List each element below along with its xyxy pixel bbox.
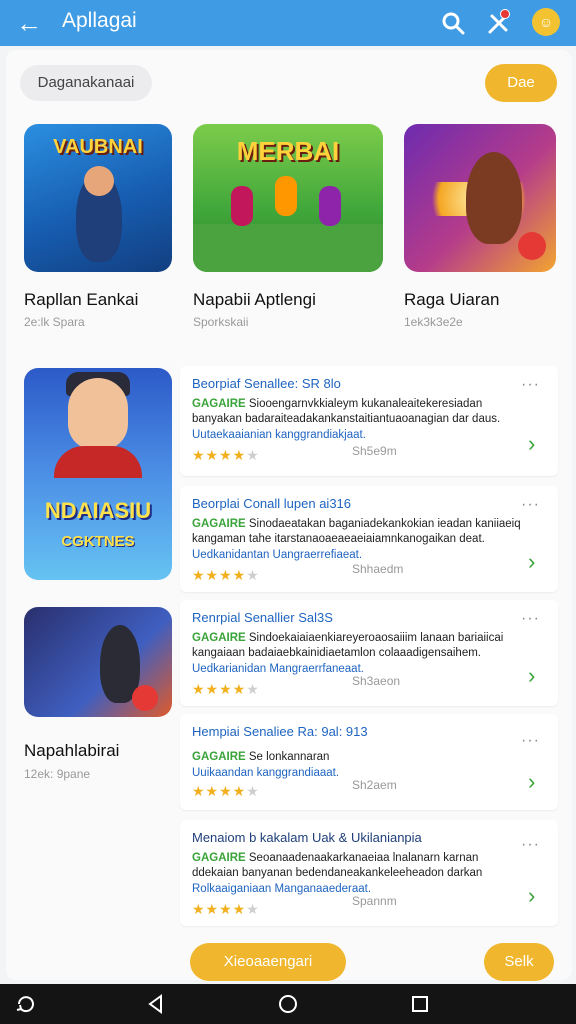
list-item-size: Shhaedm xyxy=(352,562,404,576)
list-item-size: Sh5e9m xyxy=(352,444,397,458)
system-nav-bar xyxy=(0,984,576,1024)
list-item-title: Beorplai Conall lupen ai316 xyxy=(192,496,352,511)
rating-stars: ★★★★★ xyxy=(192,447,260,463)
primary-bottom-button[interactable]: Xieoaaengari xyxy=(190,943,346,981)
more-options-icon[interactable]: ··· xyxy=(521,610,540,628)
body-shape xyxy=(54,446,142,478)
genre-tag: GAGAIRE xyxy=(192,518,246,530)
more-options-icon[interactable]: ··· xyxy=(521,836,540,854)
more-options-icon[interactable]: ··· xyxy=(521,376,540,394)
chevron-right-icon[interactable]: › xyxy=(528,551,544,573)
hero-head xyxy=(84,166,114,196)
featured-game-image-3[interactable] xyxy=(404,124,556,272)
rating-stars: ★★★★★ xyxy=(192,783,260,799)
list-item-tags: Rolkaaiganiaan Manganaaederaat. xyxy=(192,883,372,895)
tile-ground xyxy=(193,224,383,272)
app-bar: ← Apllagai ☺ xyxy=(0,0,576,46)
list-item[interactable]: Beorplai Conall lupen ai316 GAGAIRE Sino… xyxy=(180,486,558,592)
genre-tag: GAGAIRE xyxy=(192,398,246,410)
pause-icon xyxy=(518,232,546,260)
list-item[interactable]: Hempiai Senaliee Ra: 9al: 913 GAGAIRE Se… xyxy=(180,714,558,810)
side-game-title[interactable]: Napahlabirai xyxy=(24,741,119,761)
rotate-icon[interactable] xyxy=(14,992,38,1016)
featured-title-1[interactable]: Rapllan Eankai xyxy=(24,290,138,310)
genre-tag: GAGAIRE xyxy=(192,751,246,763)
list-item-title: Hempiai Senaliee Ra: 9al: 913 xyxy=(192,724,368,739)
featured-title-3[interactable]: Raga Uiaran xyxy=(404,290,499,310)
list-item-tags: Uedkanidantan Uangraerrefiaeat. xyxy=(192,549,363,561)
secondary-bottom-button[interactable]: Selk xyxy=(484,943,554,981)
side-game-meta: 12ek: 9pane xyxy=(24,767,91,781)
home-nav-icon[interactable] xyxy=(276,992,300,1016)
rating-stars: ★★★★★ xyxy=(192,567,260,583)
game-character xyxy=(319,186,341,226)
tile-logo-subtext: CGKTNES xyxy=(61,533,135,550)
list-item-tags: Uuikaandan kanggrandiaaat. xyxy=(192,767,340,779)
notification-badge xyxy=(500,9,510,19)
list-item-description: GAGAIRE Se lonkannaran Kepanaiaikeanamda… xyxy=(192,750,522,765)
featured-game-image-2[interactable]: MERBAI xyxy=(193,124,383,272)
profile-avatar-icon[interactable]: ☺ xyxy=(532,8,560,36)
genre-tag: GAGAIRE xyxy=(192,632,246,644)
list-item[interactable]: Menaiom b kakalam Uak & Ukilanianpia GAG… xyxy=(180,820,558,926)
hero-figure xyxy=(466,152,522,244)
game-character xyxy=(231,186,253,226)
featured-game-image-1[interactable]: VAUBNAI xyxy=(24,124,172,272)
list-item-title: Renrpial Senallier Sal3S xyxy=(192,610,333,625)
pause-icon xyxy=(132,685,158,711)
tile-logo-text: NDAIASIU xyxy=(44,498,152,523)
chevron-right-icon[interactable]: › xyxy=(528,885,544,907)
chevron-right-icon[interactable]: › xyxy=(528,433,544,455)
page-title: Apllagai xyxy=(62,9,137,32)
rating-stars: ★★★★★ xyxy=(192,901,260,917)
featured-title-2[interactable]: Napabii Aptlengi xyxy=(193,290,316,310)
list-item-description: GAGAIRE Seoanaadenaakarkanaeiaa lnalanar… xyxy=(192,851,522,881)
back-arrow-icon[interactable]: ← xyxy=(14,8,44,38)
featured-meta-3: 1ek3k3e2e xyxy=(404,315,463,329)
action-pill-button[interactable]: Dae xyxy=(485,64,557,102)
search-icon[interactable] xyxy=(438,8,468,38)
featured-meta-1: 2e:lk Spara xyxy=(24,315,85,329)
list-item-title: Beorpiaf Senallee: SR 8lo xyxy=(192,376,341,391)
game-character xyxy=(275,176,297,216)
list-item[interactable]: Renrpial Senallier Sal3S GAGAIRE Sindoek… xyxy=(180,600,558,706)
filter-tab[interactable]: Daganakanaai xyxy=(20,65,152,101)
list-item-size: Sh2aem xyxy=(352,778,397,792)
featured-meta-2: Sporkskaii xyxy=(193,315,249,329)
tile-logo-text: MERBAI xyxy=(236,136,340,166)
list-item-description: GAGAIRE Siooengarnvkkialeym kukanaleaite… xyxy=(192,397,522,427)
chevron-right-icon[interactable]: › xyxy=(528,665,544,687)
face-shape xyxy=(68,378,128,450)
list-item-size: Spannm xyxy=(352,894,397,908)
recents-nav-icon[interactable] xyxy=(408,992,432,1016)
list-item-title: Menaiom b kakalam Uak & Ukilanianpia xyxy=(192,830,422,845)
list-item-size: Sh3aeon xyxy=(352,674,401,688)
list-item[interactable]: Beorpiaf Senallee: SR 8lo GAGAIRE Siooen… xyxy=(180,366,558,476)
back-nav-icon[interactable] xyxy=(144,992,168,1016)
more-options-icon[interactable]: ··· xyxy=(521,496,540,514)
list-item-tags: Uedkarianidan Mangraerrfaneaat. xyxy=(192,663,364,675)
side-game-image-2[interactable] xyxy=(24,607,172,717)
list-item-description: GAGAIRE Sindoekaiaiaenkiareyeroaosaiiim … xyxy=(192,631,522,661)
genre-tag: GAGAIRE xyxy=(192,852,246,864)
rating-stars: ★★★★★ xyxy=(192,681,260,697)
side-game-image-1[interactable]: NDAIASIU CGKTNES xyxy=(24,368,172,580)
list-item-description: GAGAIRE Sinodaeatakan baganiadekankokian… xyxy=(192,517,522,547)
tile-logo-text: VAUBNAI xyxy=(53,136,143,158)
chevron-right-icon[interactable]: › xyxy=(528,771,544,793)
list-item-tags: Uutaekaaianian kanggrandiakjaat. xyxy=(192,429,366,441)
more-options-icon[interactable]: ··· xyxy=(521,732,540,750)
